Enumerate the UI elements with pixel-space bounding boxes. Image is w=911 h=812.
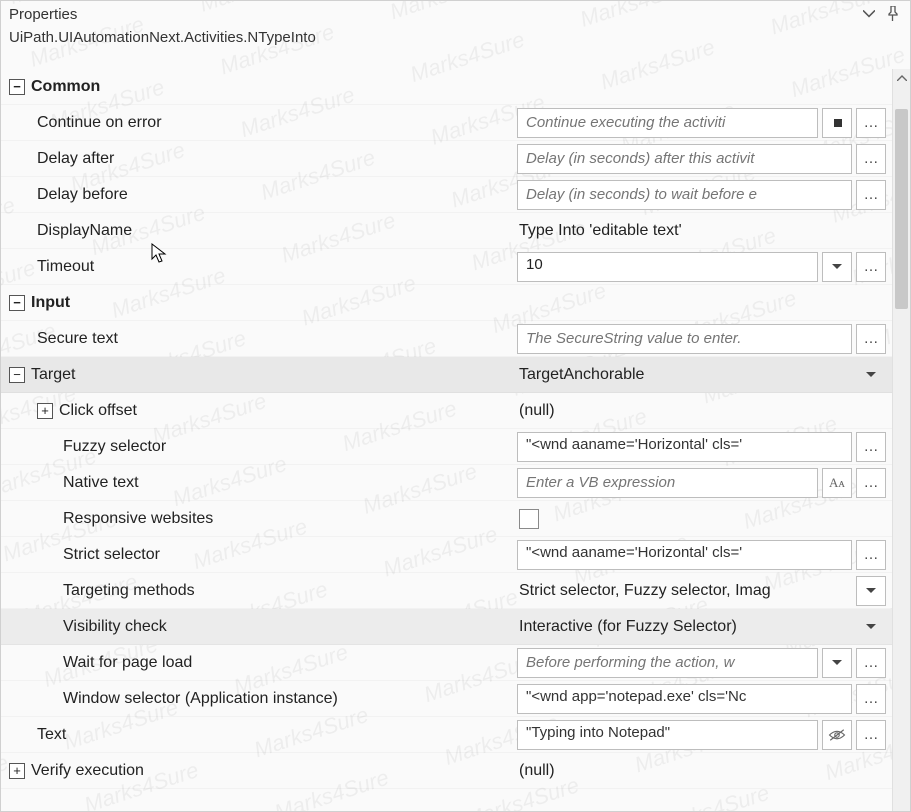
row-wait-for-page-load: Wait for page load (1, 645, 892, 681)
font-icon[interactable]: Aᴀ (822, 468, 852, 498)
ellipsis-button[interactable] (856, 540, 886, 570)
ellipsis-button[interactable] (856, 720, 886, 750)
ellipsis-button[interactable] (856, 468, 886, 498)
prop-label: Native text (63, 474, 139, 492)
row-native-text: Native text Aᴀ (1, 465, 892, 501)
click-offset-value[interactable]: (null) (517, 402, 886, 420)
prop-label: Delay before (37, 186, 128, 204)
window-selector-input[interactable]: "<wnd app='notepad.exe' cls='Nc (517, 684, 852, 714)
collapse-icon[interactable]: − (9, 79, 25, 95)
verify-execution-value[interactable]: (null) (517, 762, 886, 780)
ellipsis-button[interactable] (856, 684, 886, 714)
ellipsis-button[interactable] (856, 252, 886, 282)
row-text: Text "Typing into Notepad" (1, 717, 892, 753)
row-continue-on-error: Continue on error (1, 105, 892, 141)
visibility-check-value[interactable]: Interactive (for Fuzzy Selector) (517, 618, 852, 636)
row-delay-before: Delay before (1, 177, 892, 213)
continue-on-error-input[interactable] (517, 108, 818, 138)
expand-icon[interactable]: + (37, 403, 53, 419)
row-window-selector: Window selector (Application instance) "… (1, 681, 892, 717)
fuzzy-selector-input[interactable]: "<wnd aaname='Horizontal' cls=' (517, 432, 852, 462)
row-strict-selector: Strict selector "<wnd aaname='Horizontal… (1, 537, 892, 573)
ellipsis-button[interactable] (856, 108, 886, 138)
prop-label: Secure text (37, 330, 118, 348)
display-name-value[interactable]: Type Into 'editable text' (517, 222, 886, 240)
expand-icon[interactable]: + (9, 763, 25, 779)
prop-label: Responsive websites (63, 510, 213, 528)
prop-label: Strict selector (63, 546, 160, 564)
row-targeting-methods: Targeting methods Strict selector, Fuzzy… (1, 573, 892, 609)
secure-text-input[interactable] (517, 324, 852, 354)
panel-header: Properties (1, 1, 910, 25)
native-text-input[interactable] (517, 468, 818, 498)
row-responsive-websites: Responsive websites (1, 501, 892, 537)
dropdown-button[interactable] (822, 252, 852, 282)
prop-label: DisplayName (37, 222, 132, 240)
prop-label: Window selector (Application instance) (63, 690, 338, 708)
section-label: Input (31, 294, 70, 312)
collapse-icon[interactable]: − (9, 295, 25, 311)
ellipsis-button[interactable] (856, 324, 886, 354)
properties-panel: Marks4SureMarks4SureMarks4SureMarks4Sure… (0, 0, 911, 812)
targeting-methods-value[interactable]: Strict selector, Fuzzy selector, Imag (517, 582, 852, 600)
section-label: Common (31, 78, 100, 96)
prop-label: Delay after (37, 150, 114, 168)
property-grid: − Common Continue on error Delay after D… (1, 69, 892, 811)
prop-label: Verify execution (31, 762, 144, 780)
scrollbar-thumb[interactable] (895, 109, 908, 309)
row-timeout: Timeout 10 (1, 249, 892, 285)
row-delay-after: Delay after (1, 141, 892, 177)
dropdown-button[interactable] (856, 576, 886, 606)
chevron-down-icon[interactable] (856, 612, 886, 642)
delay-after-input[interactable] (517, 144, 852, 174)
prop-label: Wait for page load (63, 654, 192, 672)
scroll-up-icon[interactable] (893, 69, 910, 87)
activity-type: UiPath.UIAutomationNext.Activities.NType… (1, 25, 910, 54)
prop-label: Targeting methods (63, 582, 195, 600)
ellipsis-button[interactable] (856, 180, 886, 210)
eye-off-icon[interactable] (822, 720, 852, 750)
prop-label: Timeout (37, 258, 94, 276)
target-value[interactable]: TargetAnchorable (517, 366, 852, 384)
text-input[interactable]: "Typing into Notepad" (517, 720, 818, 750)
panel-title: Properties (9, 6, 77, 23)
row-display-name: DisplayName Type Into 'editable text' (1, 213, 892, 249)
delay-before-input[interactable] (517, 180, 852, 210)
chevron-down-icon[interactable] (856, 360, 886, 390)
row-visibility-check: Visibility check Interactive (for Fuzzy … (1, 609, 892, 645)
ellipsis-button[interactable] (856, 648, 886, 678)
collapse-icon[interactable]: − (9, 367, 25, 383)
row-secure-text: Secure text (1, 321, 892, 357)
prop-label: Fuzzy selector (63, 438, 166, 456)
dropdown-button[interactable] (822, 648, 852, 678)
prop-label: Visibility check (63, 618, 167, 636)
row-verify-execution: + Verify execution (null) (1, 753, 892, 789)
section-input: − Input (1, 285, 892, 321)
chevron-down-icon[interactable] (860, 5, 878, 23)
row-target: − Target TargetAnchorable (1, 357, 892, 393)
row-fuzzy-selector: Fuzzy selector "<wnd aaname='Horizontal'… (1, 429, 892, 465)
row-click-offset: + Click offset (null) (1, 393, 892, 429)
section-common: − Common (1, 69, 892, 105)
pin-icon[interactable] (884, 5, 902, 23)
vertical-scrollbar[interactable] (892, 69, 910, 811)
checkbox-tristate[interactable] (822, 108, 852, 138)
prop-label: Target (31, 366, 75, 384)
responsive-websites-checkbox[interactable] (519, 509, 539, 529)
wait-for-page-load-input[interactable] (517, 648, 818, 678)
ellipsis-button[interactable] (856, 432, 886, 462)
timeout-input[interactable]: 10 (517, 252, 818, 282)
prop-label: Continue on error (37, 114, 162, 132)
ellipsis-button[interactable] (856, 144, 886, 174)
prop-label: Text (37, 726, 66, 744)
prop-label: Click offset (59, 402, 137, 420)
strict-selector-input[interactable]: "<wnd aaname='Horizontal' cls=' (517, 540, 852, 570)
